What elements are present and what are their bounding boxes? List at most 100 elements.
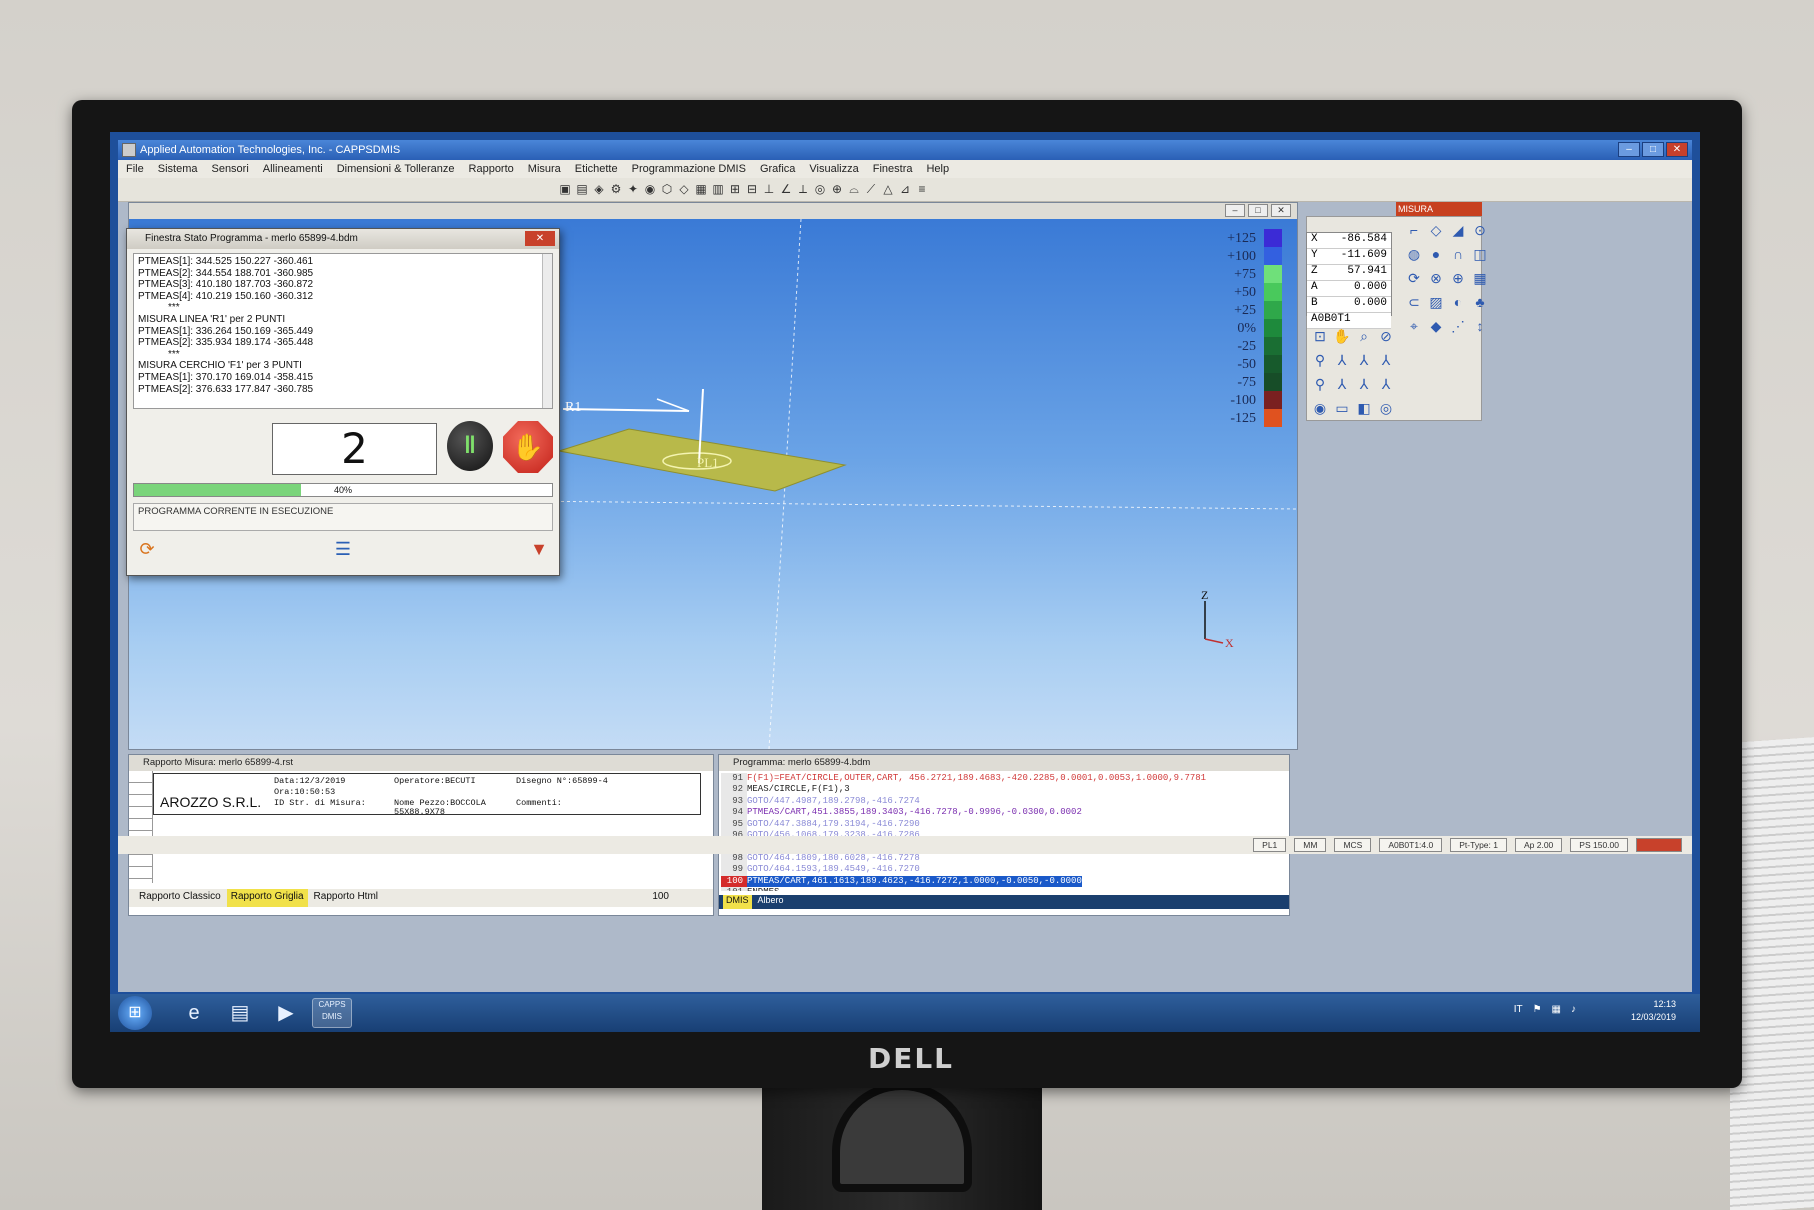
tool-icon-34[interactable]: ◧: [1355, 399, 1373, 417]
zoom-level[interactable]: 100: [648, 889, 673, 907]
refresh-icon[interactable]: ⟳: [135, 537, 159, 561]
toolbar-icon-20[interactable]: ⊿: [898, 182, 912, 196]
tool-icon-28[interactable]: ⚲: [1311, 375, 1329, 393]
tool-icon-24[interactable]: ⚲: [1311, 351, 1329, 369]
tool-icon-16[interactable]: ⌖: [1405, 317, 1423, 335]
tool-icon-1[interactable]: ◇: [1427, 221, 1445, 239]
menu-item-10[interactable]: Visualizza: [809, 160, 858, 178]
report-tab-1[interactable]: Rapporto Griglia: [226, 889, 308, 907]
toolbar-icon-18[interactable]: ⟋: [864, 182, 878, 196]
ie-icon[interactable]: e: [174, 998, 214, 1028]
toolbar-icon-2[interactable]: ◈: [592, 182, 606, 196]
explorer-icon[interactable]: ▤: [220, 998, 260, 1028]
menu-item-2[interactable]: Sensori: [211, 160, 248, 178]
toolbar-icon-17[interactable]: ⌓: [847, 182, 861, 196]
tool-icon-27[interactable]: ⅄: [1377, 351, 1395, 369]
viewport-minimize-button[interactable]: –: [1225, 204, 1245, 217]
tool-icon-29[interactable]: ⅄: [1333, 375, 1351, 393]
code-line[interactable]: 93 GOTO/447.4987,189.2798,-416.7274: [721, 795, 1277, 808]
code-line[interactable]: 100 PTMEAS/CART,461.1613,189.4623,-416.7…: [721, 875, 1277, 888]
tool-icon-23[interactable]: ⊘: [1377, 327, 1395, 345]
tool-icon-25[interactable]: ⅄: [1333, 351, 1351, 369]
tool-icon-21[interactable]: ✋: [1333, 327, 1351, 345]
close-button[interactable]: ✕: [1666, 142, 1688, 157]
toolbar-icon-1[interactable]: ▤: [575, 182, 589, 196]
menu-item-5[interactable]: Rapporto: [469, 160, 514, 178]
toolbar-icon-0[interactable]: ▣: [558, 182, 572, 196]
maximize-button[interactable]: □: [1642, 142, 1664, 157]
toolbar-icon-15[interactable]: ◎: [813, 182, 827, 196]
tool-icon-2[interactable]: ◢: [1449, 221, 1467, 239]
tool-icon-11[interactable]: ▦: [1471, 269, 1489, 287]
report-tab-2[interactable]: Rapporto Html: [310, 889, 382, 907]
capps-dmis-taskbar-button[interactable]: CAPPS DMIS: [312, 998, 352, 1028]
code-line[interactable]: 101 ENDMES: [721, 887, 1277, 891]
tool-icon-26[interactable]: ⅄: [1355, 351, 1373, 369]
toolbar-icon-11[interactable]: ⊟: [745, 182, 759, 196]
toolbar-icon-21[interactable]: ≡: [915, 182, 929, 196]
tool-icon-3[interactable]: ⊙: [1471, 221, 1489, 239]
list-settings-icon[interactable]: ☰: [331, 537, 355, 561]
network-icon[interactable]: ▦: [1552, 1004, 1561, 1015]
tool-icon-19[interactable]: ↕: [1471, 317, 1489, 335]
toolbar-icon-8[interactable]: ▦: [694, 182, 708, 196]
misura-dropdown[interactable]: MISURA: [1396, 202, 1482, 216]
tool-icon-8[interactable]: ⟳: [1405, 269, 1423, 287]
toolbar-icon-6[interactable]: ⬡: [660, 182, 674, 196]
program-tab-1[interactable]: Albero: [758, 895, 784, 909]
clock[interactable]: 12:13 12/03/2019: [1631, 998, 1676, 1024]
code-line[interactable]: 99 GOTO/464.1593,189.4549,-416.7270: [721, 864, 1277, 876]
tool-icon-31[interactable]: ⅄: [1377, 375, 1395, 393]
code-line[interactable]: 91 F(F1)=FEAT/CIRCLE,OUTER,CART, 456.2721…: [721, 773, 1277, 785]
menu-item-8[interactable]: Programmazione DMIS: [632, 160, 746, 178]
viewport-maximize-button[interactable]: □: [1248, 204, 1268, 217]
tool-icon-22[interactable]: ⌕: [1355, 327, 1373, 345]
tool-icon-0[interactable]: ⌐: [1405, 221, 1423, 239]
code-line[interactable]: 92 MEAS/CIRCLE,F(F1),3: [721, 784, 1277, 796]
toolbar-icon-13[interactable]: ∠: [779, 182, 793, 196]
collapse-down-icon[interactable]: ▼: [527, 537, 551, 561]
status-window-close-button[interactable]: ✕: [525, 231, 555, 246]
tool-icon-10[interactable]: ⊕: [1449, 269, 1467, 287]
menu-item-11[interactable]: Finestra: [873, 160, 913, 178]
menu-item-1[interactable]: Sistema: [158, 160, 198, 178]
viewport-close-button[interactable]: ✕: [1271, 204, 1291, 217]
toolbar-icon-19[interactable]: △: [881, 182, 895, 196]
program-tab-0[interactable]: DMIS: [723, 895, 752, 909]
program-code[interactable]: 91 F(F1)=FEAT/CIRCLE,OUTER,CART, 456.2721…: [721, 773, 1277, 891]
language-indicator[interactable]: IT: [1514, 1004, 1523, 1015]
media-player-icon[interactable]: ▶: [266, 998, 306, 1028]
tool-icon-7[interactable]: ◫: [1471, 245, 1489, 263]
tool-icon-13[interactable]: ▨: [1427, 293, 1445, 311]
menu-item-7[interactable]: Etichette: [575, 160, 618, 178]
code-line[interactable]: 95 GOTO/447.3884,179.3194,-416.7290: [721, 818, 1277, 831]
stop-button[interactable]: ✋: [503, 421, 553, 473]
toolbar-icon-10[interactable]: ⊞: [728, 182, 742, 196]
code-line[interactable]: 94 PTMEAS/CART,451.3855,189.3403,-416.72…: [721, 807, 1277, 819]
volume-icon[interactable]: ♪: [1571, 1004, 1576, 1015]
menu-item-12[interactable]: Help: [926, 160, 949, 178]
toolbar-icon-7[interactable]: ◇: [677, 182, 691, 196]
pause-button[interactable]: ‖: [447, 421, 493, 471]
tool-icon-33[interactable]: ▭: [1333, 399, 1351, 417]
flag-icon[interactable]: ⚑: [1533, 1004, 1542, 1015]
toolbar-icon-4[interactable]: ✦: [626, 182, 640, 196]
tool-icon-30[interactable]: ⅄: [1355, 375, 1373, 393]
code-line[interactable]: 98 GOTO/464.1809,180.6028,-416.7278: [721, 852, 1277, 865]
menu-item-3[interactable]: Allineamenti: [263, 160, 323, 178]
tool-icon-6[interactable]: ∩: [1449, 245, 1467, 263]
minimize-button[interactable]: –: [1618, 142, 1640, 157]
menu-item-0[interactable]: File: [126, 160, 144, 178]
toolbar-icon-3[interactable]: ⚙: [609, 182, 623, 196]
toolbar-icon-5[interactable]: ◉: [643, 182, 657, 196]
tool-icon-12[interactable]: ⊂: [1405, 293, 1423, 311]
toolbar-icon-12[interactable]: ⊥: [762, 182, 776, 196]
tool-icon-17[interactable]: ◆: [1427, 317, 1445, 335]
tool-icon-20[interactable]: ⊡: [1311, 327, 1329, 345]
tool-icon-14[interactable]: ◐: [1449, 293, 1467, 311]
toolbar-icon-14[interactable]: ⟂: [796, 182, 810, 196]
toolbar-icon-9[interactable]: ▥: [711, 182, 725, 196]
tool-icon-35[interactable]: ◎: [1377, 399, 1395, 417]
tool-icon-5[interactable]: ●: [1427, 245, 1445, 263]
menu-item-4[interactable]: Dimensioni & Tolleranze: [337, 160, 455, 178]
